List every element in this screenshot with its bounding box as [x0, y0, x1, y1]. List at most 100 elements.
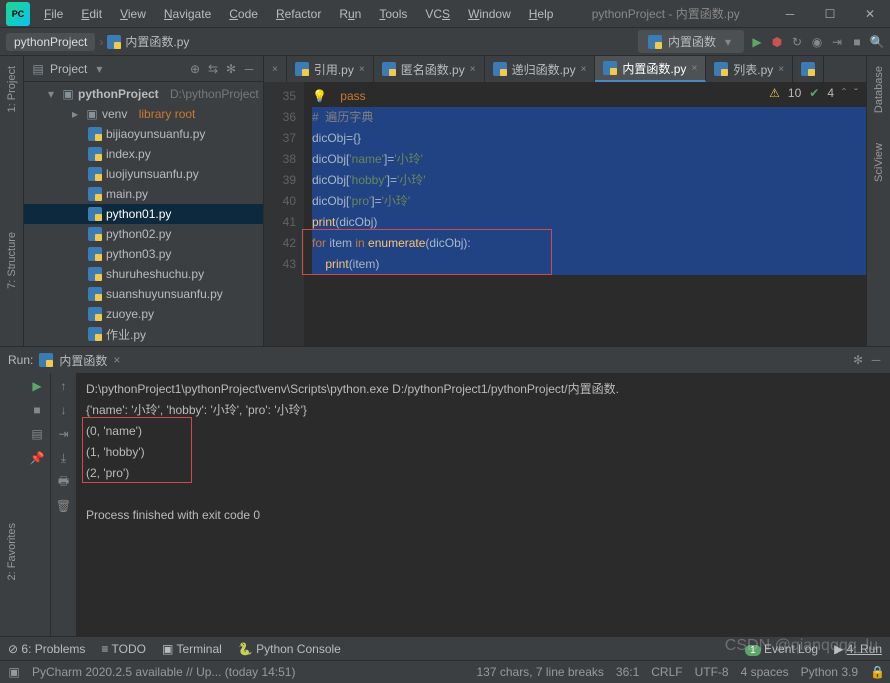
project-tree[interactable]: ▾▣pythonProject D:\pythonProject ▸▣venv … [24, 82, 263, 346]
tree-file[interactable]: 作业.py [24, 324, 263, 344]
maximize-icon[interactable]: ☐ [810, 0, 850, 28]
coverage-icon[interactable]: ↻ [790, 35, 804, 49]
tw-run[interactable]: ▶ 4: Run [834, 642, 882, 656]
tree-venv[interactable]: ▸▣venv library root [24, 104, 263, 124]
search-icon[interactable]: 🔍 [870, 35, 884, 49]
status-python[interactable]: Python 3.9 [801, 665, 858, 679]
close-icon[interactable]: × [778, 64, 784, 75]
hide-icon[interactable]: ─ [243, 62, 255, 76]
debug-icon[interactable]: ⬢ [770, 35, 784, 49]
stop-icon[interactable]: ■ [850, 35, 864, 49]
pin-icon[interactable]: 📌 [30, 451, 44, 465]
sidebar-database[interactable]: Database [873, 66, 885, 113]
status-pos[interactable]: 36:1 [616, 665, 639, 679]
sidebar-favorites[interactable]: 2: Favorites [6, 523, 18, 580]
layout-icon[interactable]: ▤ [30, 427, 44, 441]
menu-navigate[interactable]: Navigate [156, 3, 219, 25]
code-area[interactable]: 💡 pass # 遍历字典 dicObj={} dicObj['name']='… [304, 82, 866, 346]
tab-more[interactable]: × [264, 56, 287, 82]
attach-icon[interactable]: ⇥ [830, 35, 844, 49]
stop-icon[interactable]: ■ [30, 403, 44, 417]
chevron-down-icon[interactable]: ▾ [93, 62, 105, 76]
lock-icon[interactable]: 🔒 [870, 665, 882, 679]
trash-icon[interactable]: 🗑 [57, 499, 71, 513]
wrap-icon[interactable]: ⇥ [57, 427, 71, 441]
tree-file-selected[interactable]: python01.py [24, 204, 263, 224]
editor-body[interactable]: ⚠10 ✔4 ˆ ˇ 35 36 37 38 39 40 41 42 43 💡 … [264, 82, 866, 346]
print-icon[interactable]: 🖶 [57, 475, 71, 489]
tree-file[interactable]: zuoye.py [24, 304, 263, 324]
run-icon[interactable]: ▶ [750, 35, 764, 49]
editor-tab[interactable] [793, 56, 824, 82]
menu-help[interactable]: Help [521, 3, 562, 25]
close-icon[interactable]: × [691, 63, 697, 74]
run-config-selector[interactable]: 内置函数 ▾ [638, 30, 744, 53]
tree-file[interactable]: shuruheshuchu.py [24, 264, 263, 284]
python-file-icon [493, 62, 507, 76]
editor-tab[interactable]: 列表.py× [706, 56, 793, 82]
settings-icon[interactable]: ✻ [225, 62, 237, 76]
close-icon[interactable]: × [470, 64, 476, 75]
status-indent[interactable]: 4 spaces [741, 665, 789, 679]
tw-pyconsole[interactable]: 🐍 Python Console [238, 642, 341, 656]
menu-tools[interactable]: Tools [371, 3, 415, 25]
tw-eventlog[interactable]: 1 Event Log [745, 642, 818, 656]
menu-edit[interactable]: Edit [73, 3, 110, 25]
hide-icon[interactable]: ─ [870, 353, 882, 367]
menu-code[interactable]: Code [221, 3, 266, 25]
line-gutter[interactable]: 35 36 37 38 39 40 41 42 43 [264, 82, 304, 346]
close-icon[interactable]: × [359, 64, 365, 75]
gear-icon[interactable]: ✻ [852, 353, 864, 367]
tw-terminal[interactable]: ▣ Terminal [162, 642, 222, 656]
python-file-icon [88, 127, 102, 141]
tw-todo[interactable]: ≡ TODO [101, 642, 146, 656]
menu-window[interactable]: Window [460, 3, 519, 25]
menu-run[interactable]: Run [331, 3, 369, 25]
status-update[interactable]: PyCharm 2020.2.5 available // Up... (tod… [32, 665, 295, 679]
menu-vcs[interactable]: VCS [417, 3, 458, 25]
collapse-icon[interactable]: ⇆ [207, 62, 219, 76]
console-output[interactable]: D:\pythonProject1\pythonProject\venv\Scr… [76, 373, 890, 636]
status-enc[interactable]: UTF-8 [695, 665, 729, 679]
run-panel-tab[interactable]: 内置函数 [59, 352, 107, 369]
python-file-icon [714, 62, 728, 76]
run-panel: Run: 内置函数 × ✻ ─ 2: Favorites ▶ ■ ▤ 📌 ↑ ↓… [0, 346, 890, 636]
navbar: pythonProject › 内置函数.py 内置函数 ▾ ▶ ⬢ ↻ ◉ ⇥… [0, 28, 890, 56]
tree-file[interactable]: index.py [24, 144, 263, 164]
sidebar-sciview[interactable]: SciView [873, 143, 885, 182]
sidebar-structure[interactable]: 7: Structure [6, 232, 18, 289]
editor-tab-active[interactable]: 内置函数.py× [595, 56, 706, 82]
rerun-icon[interactable]: ▶ [30, 379, 44, 393]
breadcrumb-file[interactable]: 内置函数.py [107, 33, 189, 50]
menu-view[interactable]: View [112, 3, 154, 25]
tree-file[interactable]: python02.py [24, 224, 263, 244]
tree-root[interactable]: ▾▣pythonProject D:\pythonProject [24, 84, 263, 104]
up-icon[interactable]: ↑ [57, 379, 71, 393]
tree-file[interactable]: suanshuyunsuanfu.py [24, 284, 263, 304]
python-file-icon [88, 287, 102, 301]
status-crlf[interactable]: CRLF [651, 665, 682, 679]
tree-file[interactable]: luojiyunsuanfu.py [24, 164, 263, 184]
scroll-icon[interactable]: ⤓ [57, 451, 71, 465]
breadcrumb-root[interactable]: pythonProject [6, 33, 95, 51]
editor-tab[interactable]: 递归函数.py× [485, 56, 596, 82]
close-icon[interactable]: ✕ [850, 0, 890, 28]
locate-icon[interactable]: ⊕ [189, 62, 201, 76]
minimize-icon[interactable]: ─ [770, 0, 810, 28]
close-icon[interactable]: × [581, 64, 587, 75]
sidebar-toggle-icon[interactable]: ▣ [8, 665, 20, 679]
down-icon[interactable]: ↓ [57, 403, 71, 417]
editor-tab[interactable]: 引用.py× [287, 56, 374, 82]
sidebar-project[interactable]: 1: Project [6, 66, 18, 112]
editor-tab[interactable]: 匿名函数.py× [374, 56, 485, 82]
tree-file[interactable]: bijiaoyunsuanfu.py [24, 124, 263, 144]
close-icon[interactable]: × [272, 64, 278, 75]
bulb-icon[interactable]: 💡 [312, 89, 327, 103]
menu-file[interactable]: File [36, 3, 71, 25]
tw-problems[interactable]: ⊘ 6: Problems [8, 642, 85, 656]
tree-file[interactable]: python03.py [24, 244, 263, 264]
menu-refactor[interactable]: Refactor [268, 3, 329, 25]
profile-icon[interactable]: ◉ [810, 35, 824, 49]
close-icon[interactable]: × [113, 353, 120, 367]
tree-file[interactable]: main.py [24, 184, 263, 204]
